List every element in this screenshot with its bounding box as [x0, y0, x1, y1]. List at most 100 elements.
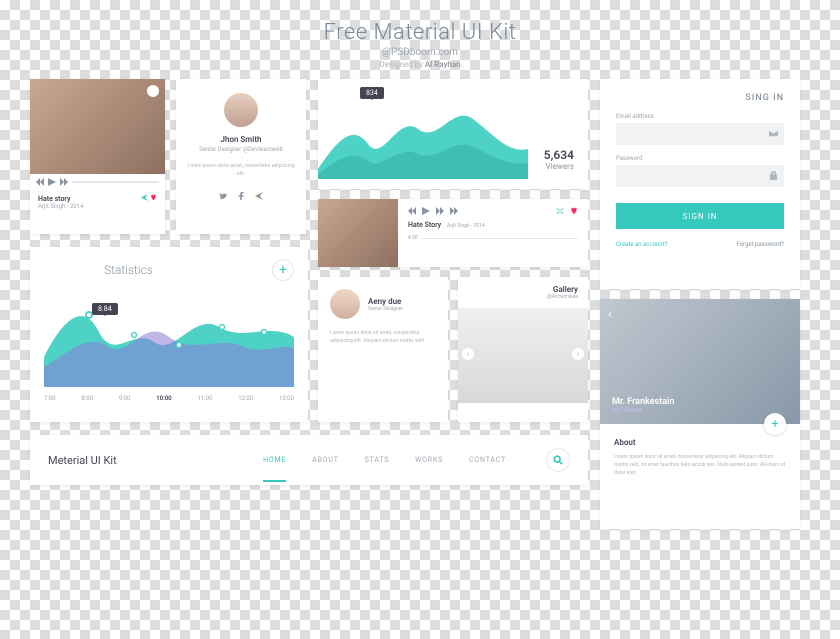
email-label: Email address	[616, 113, 784, 120]
expert-bio: Lorem ipsum dolor sit amet, consectetur …	[614, 453, 786, 477]
progress-bar[interactable]	[72, 181, 159, 183]
prev-icon[interactable]	[36, 178, 44, 186]
share-icon[interactable]	[141, 194, 148, 201]
add-button[interactable]: +	[764, 413, 786, 435]
xaxis-tick: 7:00	[44, 395, 56, 402]
xaxis-tick: 8:00	[81, 395, 93, 402]
track-progress: 4:30	[408, 235, 578, 241]
lock-icon	[769, 171, 778, 180]
nav-items: HOME ABOUT STATS WORKS CONTACT	[263, 456, 506, 464]
expert-photo: ‹ Mr. Frankestain SEO Expert +	[600, 299, 800, 424]
progress-bar[interactable]	[422, 238, 578, 239]
gallery-card: Gallery @Arctecnikea ‹ ›	[458, 277, 588, 422]
track-actions	[141, 194, 157, 203]
mail-icon	[769, 129, 778, 138]
track-time: 4:30	[408, 235, 418, 241]
expert-role: SEO Expert	[612, 407, 674, 414]
share-icon[interactable]	[255, 192, 263, 200]
viewers-summary: 5,634 Viewers	[544, 148, 574, 171]
gallery-subtitle: @Arctecnikea	[468, 294, 578, 300]
avatar	[330, 289, 360, 319]
play-icon[interactable]	[422, 207, 430, 215]
page-header: Free Material UI Kit @PSDboom.com Design…	[0, 0, 840, 79]
page-subtitle: @PSDboom.com	[0, 47, 840, 58]
track-title: Hate Story	[408, 221, 441, 229]
expert-card: ‹ Mr. Frankestain SEO Expert + About Lor…	[600, 299, 800, 529]
heart-icon[interactable]	[150, 194, 157, 201]
profile-bio: Lorem ipsum dolor sit amet, consectetur …	[330, 329, 436, 345]
password-field[interactable]	[616, 165, 784, 187]
player-controls	[408, 207, 578, 215]
viewers-chart-card: 834 5,634 Viewers	[318, 79, 588, 189]
about-heading: About	[614, 438, 786, 447]
profile-role: Senior Designer @Devteamweb	[184, 146, 298, 153]
password-label: Password	[616, 155, 784, 162]
avatar	[224, 93, 258, 127]
prev-icon[interactable]	[408, 207, 416, 215]
badge-dot	[147, 85, 159, 97]
profile-card-small: Jhon Smith Senior Designer @Devteamweb L…	[176, 79, 306, 234]
add-button[interactable]: +	[272, 259, 294, 281]
back-button[interactable]: ‹	[608, 307, 612, 321]
track-title-row: Hate Story Arjit Singh - 2014	[408, 221, 578, 229]
profile-role: Senior Designer	[368, 306, 403, 312]
statistics-card: Statistics + 8.84 7:00 8:00 9:00 10:00 1…	[30, 247, 308, 422]
profile-name: Jhon Smith	[184, 135, 298, 144]
heart-icon[interactable]	[570, 207, 578, 215]
nav-item-stats[interactable]: STATS	[365, 456, 389, 464]
navbar: Meterial UI Kit HOME ABOUT STATS WORKS C…	[30, 435, 588, 485]
track-artist: Arjit Singh - 2014	[30, 203, 165, 214]
expert-name: Mr. Frankestain	[612, 397, 674, 407]
nav-item-home[interactable]: HOME	[263, 456, 286, 464]
facebook-icon[interactable]	[237, 192, 245, 200]
next-icon[interactable]	[436, 207, 444, 215]
prev-button[interactable]: ‹	[462, 348, 474, 360]
profile-name: Aeny due	[368, 297, 403, 306]
player-controls	[30, 174, 165, 190]
twitter-icon[interactable]	[219, 192, 227, 200]
search-button[interactable]	[546, 448, 570, 472]
xaxis-tick: 13:00	[279, 395, 294, 402]
email-field[interactable]	[616, 123, 784, 145]
signin-button[interactable]: SIGN IN	[616, 203, 784, 229]
signin-card: SING IN Email address Password SIGN IN C…	[600, 79, 800, 289]
chart-tooltip: 8.84	[92, 303, 118, 315]
credit-prefix: Designed by	[379, 60, 424, 69]
nav-item-contact[interactable]: CONTACT	[469, 456, 506, 464]
search-icon	[553, 455, 563, 465]
create-account-link[interactable]: Create an account?	[616, 241, 667, 248]
nav-item-about[interactable]: ABOUT	[312, 456, 338, 464]
fast-forward-icon[interactable]	[450, 207, 458, 215]
page-credit: Designed by Al Rayhan	[0, 60, 840, 69]
music-player-wide: Hate Story Arjit Singh - 2014 4:30	[318, 199, 588, 267]
stats-xaxis: 7:00 8:00 9:00 10:00 11:00 12:00 13:00	[44, 395, 294, 402]
music-player-card: Hate story Arjit Singh - 2014	[30, 79, 165, 234]
album-art	[318, 199, 398, 267]
signin-heading: SING IN	[616, 93, 784, 103]
stats-area-chart	[44, 287, 294, 387]
xaxis-tick: 10:00	[156, 395, 171, 402]
gallery-title: Gallery	[468, 285, 578, 294]
profile-card-horizontal: Aeny due Senior Designer Lorem ipsum dol…	[318, 277, 448, 422]
forgot-password-link[interactable]: Forget password?	[736, 241, 784, 248]
social-row	[184, 192, 298, 200]
chart-tooltip: 834	[360, 87, 384, 99]
viewers-count: 5,634	[544, 148, 574, 162]
track-title: Hate story	[38, 195, 70, 203]
xaxis-tick: 12:00	[238, 395, 253, 402]
next-icon[interactable]	[60, 178, 68, 186]
profile-bio: Lorem ipsum dolor amet, consectetur adip…	[184, 163, 298, 178]
credit-name: Al Rayhan	[425, 60, 461, 69]
gallery-image: ‹ ›	[458, 308, 588, 403]
play-icon[interactable]	[48, 178, 56, 186]
page-title: Free Material UI Kit	[0, 20, 840, 45]
viewers-area-chart	[318, 99, 528, 179]
next-button[interactable]: ›	[572, 348, 584, 360]
track-artist: Arjit Singh - 2014	[447, 223, 485, 229]
xaxis-tick: 11:00	[197, 395, 212, 402]
shuffle-icon[interactable]	[556, 207, 564, 215]
nav-item-works[interactable]: WORKS	[415, 456, 443, 464]
xaxis-tick: 9:00	[119, 395, 131, 402]
brand-title: Meterial UI Kit	[48, 454, 117, 467]
viewers-label: Viewers	[544, 162, 574, 171]
